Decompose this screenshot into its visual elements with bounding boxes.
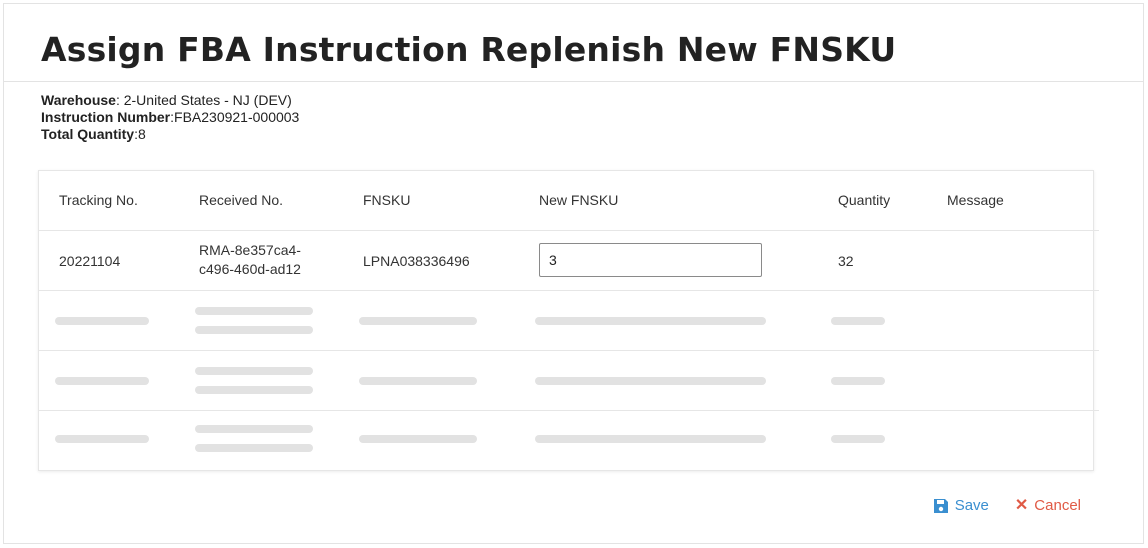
skeleton-bar	[195, 425, 313, 433]
table-row: 20221104 RMA-8e357ca4-c496-460d-ad12 LPN…	[39, 231, 1099, 291]
instruction-label: Instruction Number	[41, 109, 171, 125]
column-header-received: Received No.	[199, 192, 284, 208]
warehouse-value: : 2-United States - NJ (DEV)	[115, 92, 292, 108]
total-quantity-label: Total Quantity	[41, 126, 135, 142]
instruction-line: Instruction Number:FBA230921-000003	[41, 109, 299, 126]
skeleton-bar	[55, 377, 149, 385]
fnsku-cell: LPNA038336496	[363, 253, 470, 269]
save-label: Save	[954, 497, 989, 514]
skeleton-bar	[195, 307, 313, 315]
total-quantity-line: Total Quantity:8	[41, 126, 299, 143]
skeleton-bar	[359, 435, 477, 443]
skeleton-bar	[535, 317, 766, 325]
skeleton-bar	[195, 367, 313, 375]
column-header-tracking: Tracking No.	[59, 192, 138, 208]
total-quantity-value: :8	[134, 126, 146, 142]
skeleton-bar	[195, 444, 313, 452]
skeleton-bar	[831, 317, 885, 325]
column-header-message: Message	[947, 192, 1004, 208]
warehouse-label: Warehouse	[41, 92, 116, 108]
skeleton-row	[39, 351, 1099, 411]
received-cell: RMA-8e357ca4-c496-460d-ad12	[199, 242, 301, 277]
instruction-value: :FBA230921-000003	[170, 109, 300, 125]
quantity-cell: 32	[838, 253, 854, 269]
floppy-disk-icon	[933, 498, 948, 513]
column-header-fnsku: FNSKU	[363, 192, 411, 208]
skeleton-bar	[55, 435, 149, 443]
column-header-new-fnsku: New FNSKU	[539, 192, 619, 208]
skeleton-bar	[831, 435, 885, 443]
cancel-label: Cancel	[1034, 497, 1081, 514]
dialog-actions: Save ✕ Cancel	[933, 497, 1081, 514]
column-header-quantity: Quantity	[838, 192, 891, 208]
skeleton-bar	[359, 377, 477, 385]
skeleton-bar	[195, 386, 313, 394]
save-button[interactable]: Save	[933, 497, 989, 514]
skeleton-bar	[535, 435, 766, 443]
dialog: Assign FBA Instruction Replenish New FNS…	[3, 3, 1144, 544]
skeleton-bar	[359, 317, 477, 325]
new-fnsku-input[interactable]	[539, 243, 762, 277]
fnsku-table: Tracking No. Received No. FNSKU New FNSK…	[38, 170, 1099, 471]
warehouse-line: Warehouse: 2-United States - NJ (DEV)	[41, 92, 299, 109]
skeleton-bar	[55, 317, 149, 325]
page-title: Assign FBA Instruction Replenish New FNS…	[41, 30, 897, 69]
skeleton-row	[39, 411, 1095, 471]
skeleton-bar	[831, 377, 885, 385]
close-icon: ✕	[1014, 496, 1029, 514]
skeleton-bar	[195, 326, 313, 334]
skeleton-bar	[535, 377, 766, 385]
dialog-header: Assign FBA Instruction Replenish New FNS…	[4, 4, 1143, 82]
cancel-button[interactable]: ✕ Cancel	[1015, 497, 1081, 514]
table-header-row: Tracking No. Received No. FNSKU New FNSK…	[39, 171, 1099, 231]
instruction-info: Warehouse: 2-United States - NJ (DEV) In…	[41, 92, 299, 143]
skeleton-row	[39, 291, 1099, 351]
tracking-cell: 20221104	[59, 253, 121, 269]
